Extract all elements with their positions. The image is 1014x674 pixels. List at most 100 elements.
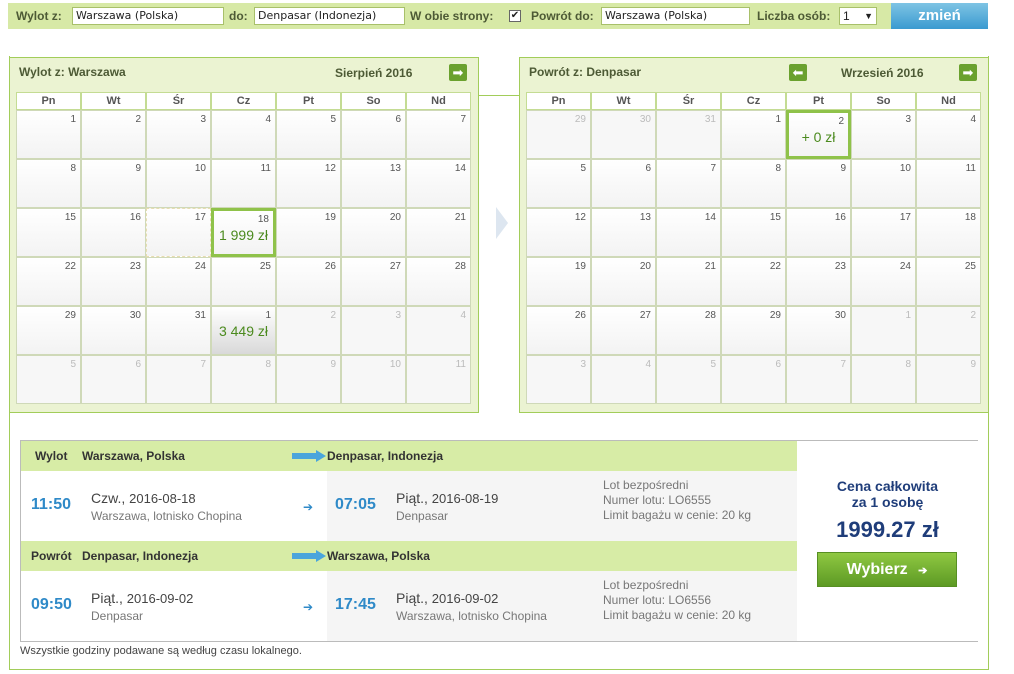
to-input[interactable]: Denpasar (Indonezja): [254, 7, 405, 25]
day-number: 29: [64, 310, 76, 321]
calendar-day[interactable]: 12: [276, 159, 341, 208]
next-month-arrow-icon[interactable]: ➡: [449, 64, 467, 81]
day-number: 18: [964, 212, 976, 223]
day-number: 25: [259, 261, 271, 272]
calendar-day[interactable]: 12: [526, 208, 591, 257]
calendar-day[interactable]: 30: [786, 306, 851, 355]
calendar-day[interactable]: 13: [591, 208, 656, 257]
day-number: 20: [389, 212, 401, 223]
day-number: 4: [970, 114, 976, 125]
calendar-day[interactable]: 22: [16, 257, 81, 306]
day-number: 7: [840, 359, 846, 370]
calendar-day[interactable]: 6: [591, 159, 656, 208]
arrival-date-value: 2016-09-02: [431, 591, 499, 606]
calendar-day[interactable]: 17: [851, 208, 916, 257]
calendar-day: 6: [721, 355, 786, 404]
return-leg-details: 09:50 Piąt., 2016-09-02 Denpasar ➔ 17:45…: [21, 571, 797, 641]
calendar-day[interactable]: 15: [721, 208, 786, 257]
calendar-day[interactable]: 4: [211, 110, 276, 159]
calendar-day[interactable]: 21: [406, 208, 471, 257]
persons-select[interactable]: 1 ▼: [839, 7, 877, 25]
calendar-day[interactable]: 31: [146, 306, 211, 355]
calendar-day[interactable]: 10: [146, 159, 211, 208]
calendar-day[interactable]: 16: [81, 208, 146, 257]
calendar-day[interactable]: 24: [146, 257, 211, 306]
calendar-week: 3 4 5 6 7 8 9: [526, 355, 982, 404]
calendar-day[interactable]: 26: [276, 257, 341, 306]
calendar-week: 5 6 7 8 9 10 11: [16, 355, 472, 404]
persons-label: Liczba osób:: [757, 9, 831, 23]
calendar-day[interactable]: 9: [786, 159, 851, 208]
calendar-day[interactable]: 1 3 449 zł: [211, 306, 276, 355]
calendar-day[interactable]: 18 1 999 zł: [211, 208, 276, 257]
calendar-day[interactable]: 25: [211, 257, 276, 306]
weekday-header: So: [851, 92, 916, 110]
calendar-day[interactable]: 29: [721, 306, 786, 355]
weekday-header: Wt: [591, 92, 656, 110]
calendar-day[interactable]: 5: [526, 159, 591, 208]
persons-value: 1: [843, 9, 850, 23]
calendar-day[interactable]: 16: [786, 208, 851, 257]
calendar-day[interactable]: 21: [656, 257, 721, 306]
day-number: 11: [260, 163, 271, 174]
calendar-day[interactable]: 1: [721, 110, 786, 159]
calendar-day[interactable]: 28: [406, 257, 471, 306]
calendar-day[interactable]: 11: [916, 159, 981, 208]
calendar-day[interactable]: 19: [526, 257, 591, 306]
calendar-day[interactable]: 6: [341, 110, 406, 159]
return-label: Powrót do:: [531, 9, 594, 23]
calendar-day[interactable]: 1: [16, 110, 81, 159]
calendar-day[interactable]: 3: [851, 110, 916, 159]
calendar-day[interactable]: 24: [851, 257, 916, 306]
calendar-day[interactable]: 17: [146, 208, 211, 257]
calendar-week: 1 2 3 4 5 6 7: [16, 110, 472, 159]
calendar-day[interactable]: 27: [341, 257, 406, 306]
calendar-day[interactable]: 20: [341, 208, 406, 257]
calendar-day[interactable]: 8: [16, 159, 81, 208]
calendar-day[interactable]: 23: [81, 257, 146, 306]
calendar-day[interactable]: 26: [526, 306, 591, 355]
calendar-day[interactable]: 13: [341, 159, 406, 208]
calendar-day[interactable]: 4: [916, 110, 981, 159]
weekday-header: Cz: [721, 92, 786, 110]
calendar-day[interactable]: 7: [406, 110, 471, 159]
calendar-day[interactable]: 22: [721, 257, 786, 306]
arrow-right-icon: ➔: [303, 600, 314, 614]
calendar-day[interactable]: 5: [276, 110, 341, 159]
calendar-day[interactable]: 25: [916, 257, 981, 306]
calendar-day[interactable]: 2: [81, 110, 146, 159]
next-month-arrow-icon[interactable]: ➡: [959, 64, 977, 81]
calendar-day[interactable]: 19: [276, 208, 341, 257]
calendar-day[interactable]: 8: [721, 159, 786, 208]
calendar-day[interactable]: 14: [656, 208, 721, 257]
calendar-day[interactable]: 18: [916, 208, 981, 257]
change-button[interactable]: zmień: [891, 3, 988, 29]
calendar-day[interactable]: 23: [786, 257, 851, 306]
calendar-day[interactable]: 2 + 0 zł: [786, 110, 851, 159]
day-number: 11: [455, 359, 466, 370]
calendar-day[interactable]: 28: [656, 306, 721, 355]
select-button[interactable]: Wybierz ➔: [817, 552, 957, 587]
day-number: 5: [330, 114, 336, 125]
calendar-day[interactable]: 20: [591, 257, 656, 306]
arrow-right-icon: [292, 450, 326, 462]
calendar-day[interactable]: 15: [16, 208, 81, 257]
calendar-day[interactable]: 14: [406, 159, 471, 208]
calendar-day[interactable]: 3: [146, 110, 211, 159]
day-number: 16: [834, 212, 846, 223]
calendar-day[interactable]: 7: [656, 159, 721, 208]
calendar-day[interactable]: 30: [81, 306, 146, 355]
prev-month-arrow-icon[interactable]: ⬅: [789, 64, 807, 81]
departure-weekday: Piąt.,: [91, 590, 123, 606]
departure-weekday: Czw.,: [91, 490, 126, 506]
direct-flight-label: Lot bezpośredni: [603, 478, 689, 492]
return-input[interactable]: Warszawa (Polska): [601, 7, 750, 25]
roundtrip-checkbox[interactable]: ✔: [509, 10, 521, 22]
calendar-day[interactable]: 29: [16, 306, 81, 355]
from-input[interactable]: Warszawa (Polska): [72, 7, 224, 25]
calendar-day[interactable]: 10: [851, 159, 916, 208]
day-number: 14: [704, 212, 716, 223]
calendar-day[interactable]: 9: [81, 159, 146, 208]
calendar-day[interactable]: 11: [211, 159, 276, 208]
calendar-day[interactable]: 27: [591, 306, 656, 355]
